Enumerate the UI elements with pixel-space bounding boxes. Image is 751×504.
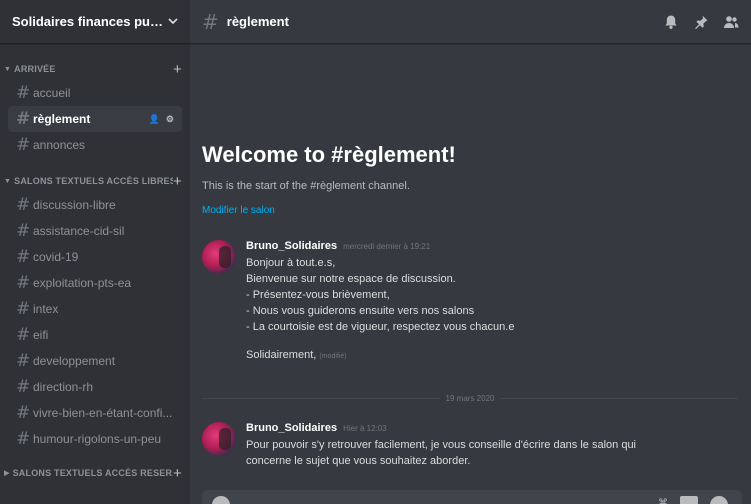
channel-sidebar: Solidaires finances publiq... ▼ARRIVÉE +… xyxy=(0,0,190,504)
gear-icon[interactable]: ⚙ xyxy=(166,114,174,125)
channel-accueil[interactable]: # accueil xyxy=(8,80,182,106)
avatar[interactable] xyxy=(202,240,236,274)
hash-icon: # xyxy=(16,351,31,371)
message-line: Pour pouvoir s'y retrouver facilement, j… xyxy=(246,439,637,451)
category-label: SALONS TEXTUELS ACCÈS LIBRES xyxy=(14,176,174,186)
channel-intex[interactable]: # intex xyxy=(8,296,182,322)
chevron-down-icon: ▼ xyxy=(4,177,12,185)
emoji-icon[interactable] xyxy=(710,496,728,504)
category-arrivee[interactable]: ▼ ARRIVÉE + xyxy=(0,58,190,80)
channel-exploitation-pts-ea[interactable]: # exploitation-pts-ea xyxy=(8,270,182,296)
add-channel-icon[interactable]: + xyxy=(173,466,182,481)
add-channel-icon[interactable]: + xyxy=(173,62,182,77)
channel-developpement[interactable]: # developpement xyxy=(8,348,182,374)
gif-icon[interactable] xyxy=(680,496,698,504)
message-composer[interactable]: ⌘ xyxy=(202,490,742,504)
date-divider: 19 mars 2020 xyxy=(202,392,739,404)
avatar[interactable] xyxy=(202,422,236,456)
message-line: Bienvenue sur notre espace de discussion… xyxy=(246,273,456,285)
hash-icon: # xyxy=(16,403,31,423)
hash-icon: # xyxy=(16,299,31,319)
gift-icon[interactable]: ⌘ xyxy=(658,498,668,504)
welcome-title: Welcome to #règlement! xyxy=(202,142,456,167)
hash-icon: # xyxy=(16,221,31,241)
hash-icon: # xyxy=(16,377,31,397)
hash-icon: # xyxy=(16,325,31,345)
hash-icon: # xyxy=(16,273,31,293)
message-line: Bonjour à tout.e.s, xyxy=(246,257,336,269)
message-author[interactable]: Bruno_Solidaires xyxy=(246,420,337,436)
edit-channel-link[interactable]: Modifier le salon xyxy=(202,205,275,216)
hash-icon: # xyxy=(16,195,31,215)
channel-humour[interactable]: # humour-rigolons-un-peu xyxy=(8,426,182,452)
message-line: Solidairement, xyxy=(246,349,317,361)
channel-covid-19[interactable]: # covid-19 xyxy=(8,244,182,270)
message-timestamp: Hier à 12:03 xyxy=(343,424,387,433)
message: Bruno_Solidaires Hier à 12:03 Pour pouvo… xyxy=(202,420,742,469)
channel-eifi[interactable]: # eifi xyxy=(8,322,182,348)
channel-annonces[interactable]: # annonces xyxy=(8,132,182,158)
upload-plus-icon[interactable] xyxy=(212,496,230,504)
hash-icon: # xyxy=(202,9,219,34)
channel-assistance-cid-sil[interactable]: # assistance-cid-sil xyxy=(8,218,182,244)
chevron-right-icon: ▶ xyxy=(4,470,10,477)
message-line: concerne le sujet que vous souhaitez abo… xyxy=(246,455,471,467)
channel-vivre-bien[interactable]: # vivre-bien-en-étant-confi... xyxy=(8,400,182,426)
add-channel-icon[interactable]: + xyxy=(173,174,182,189)
category-salons-reserves[interactable]: ▶ SALONS TEXTUELS ACCÈS RESER... + xyxy=(0,462,190,484)
category-salons-libres[interactable]: ▼ SALONS TEXTUELS ACCÈS LIBRES + xyxy=(0,170,190,192)
message-timestamp: mercredi dernier à 19:21 xyxy=(343,242,431,251)
message-line: - Présentez-vous brièvement, xyxy=(246,289,390,301)
date-divider-label: 19 mars 2020 xyxy=(445,393,495,403)
edited-tag: (modifié) xyxy=(319,353,347,360)
add-member-icon[interactable]: 👤 xyxy=(149,114,160,125)
hash-icon: # xyxy=(16,135,31,155)
category-label: ARRIVÉE xyxy=(14,64,56,74)
members-icon[interactable] xyxy=(723,14,739,30)
message-author[interactable]: Bruno_Solidaires xyxy=(246,238,337,254)
chevron-down-icon: ▼ xyxy=(4,65,12,73)
channel-header: # règlement xyxy=(190,0,751,44)
hash-icon: # xyxy=(16,429,31,449)
message-line: - Nous vous guiderons ensuite vers nos s… xyxy=(246,305,475,317)
hash-icon: # xyxy=(16,247,31,267)
channel-title: règlement xyxy=(226,14,289,29)
welcome-subtitle: This is the start of the #règlement chan… xyxy=(202,180,410,192)
hash-icon: # xyxy=(16,83,31,103)
server-name: Solidaires finances publiq... xyxy=(12,14,164,29)
bell-icon[interactable] xyxy=(663,14,679,30)
hash-icon: # xyxy=(16,109,31,129)
channel-reglement[interactable]: # règlement 👤 ⚙ xyxy=(8,106,182,132)
chevron-down-icon[interactable] xyxy=(168,16,178,28)
server-header[interactable]: Solidaires finances publiq... xyxy=(0,0,190,44)
message: Bruno_Solidaires mercredi dernier à 19:2… xyxy=(202,238,742,365)
channel-discussion-libre[interactable]: # discussion-libre xyxy=(8,192,182,218)
category-label: SALONS TEXTUELS ACCÈS RESER... xyxy=(12,468,174,478)
message-area: Welcome to #règlement! This is the start… xyxy=(190,44,751,504)
message-line: - La courtoisie est de vigueur, respecte… xyxy=(246,321,515,333)
pin-icon[interactable] xyxy=(693,14,709,30)
channel-direction-rh[interactable]: # direction-rh xyxy=(8,374,182,400)
